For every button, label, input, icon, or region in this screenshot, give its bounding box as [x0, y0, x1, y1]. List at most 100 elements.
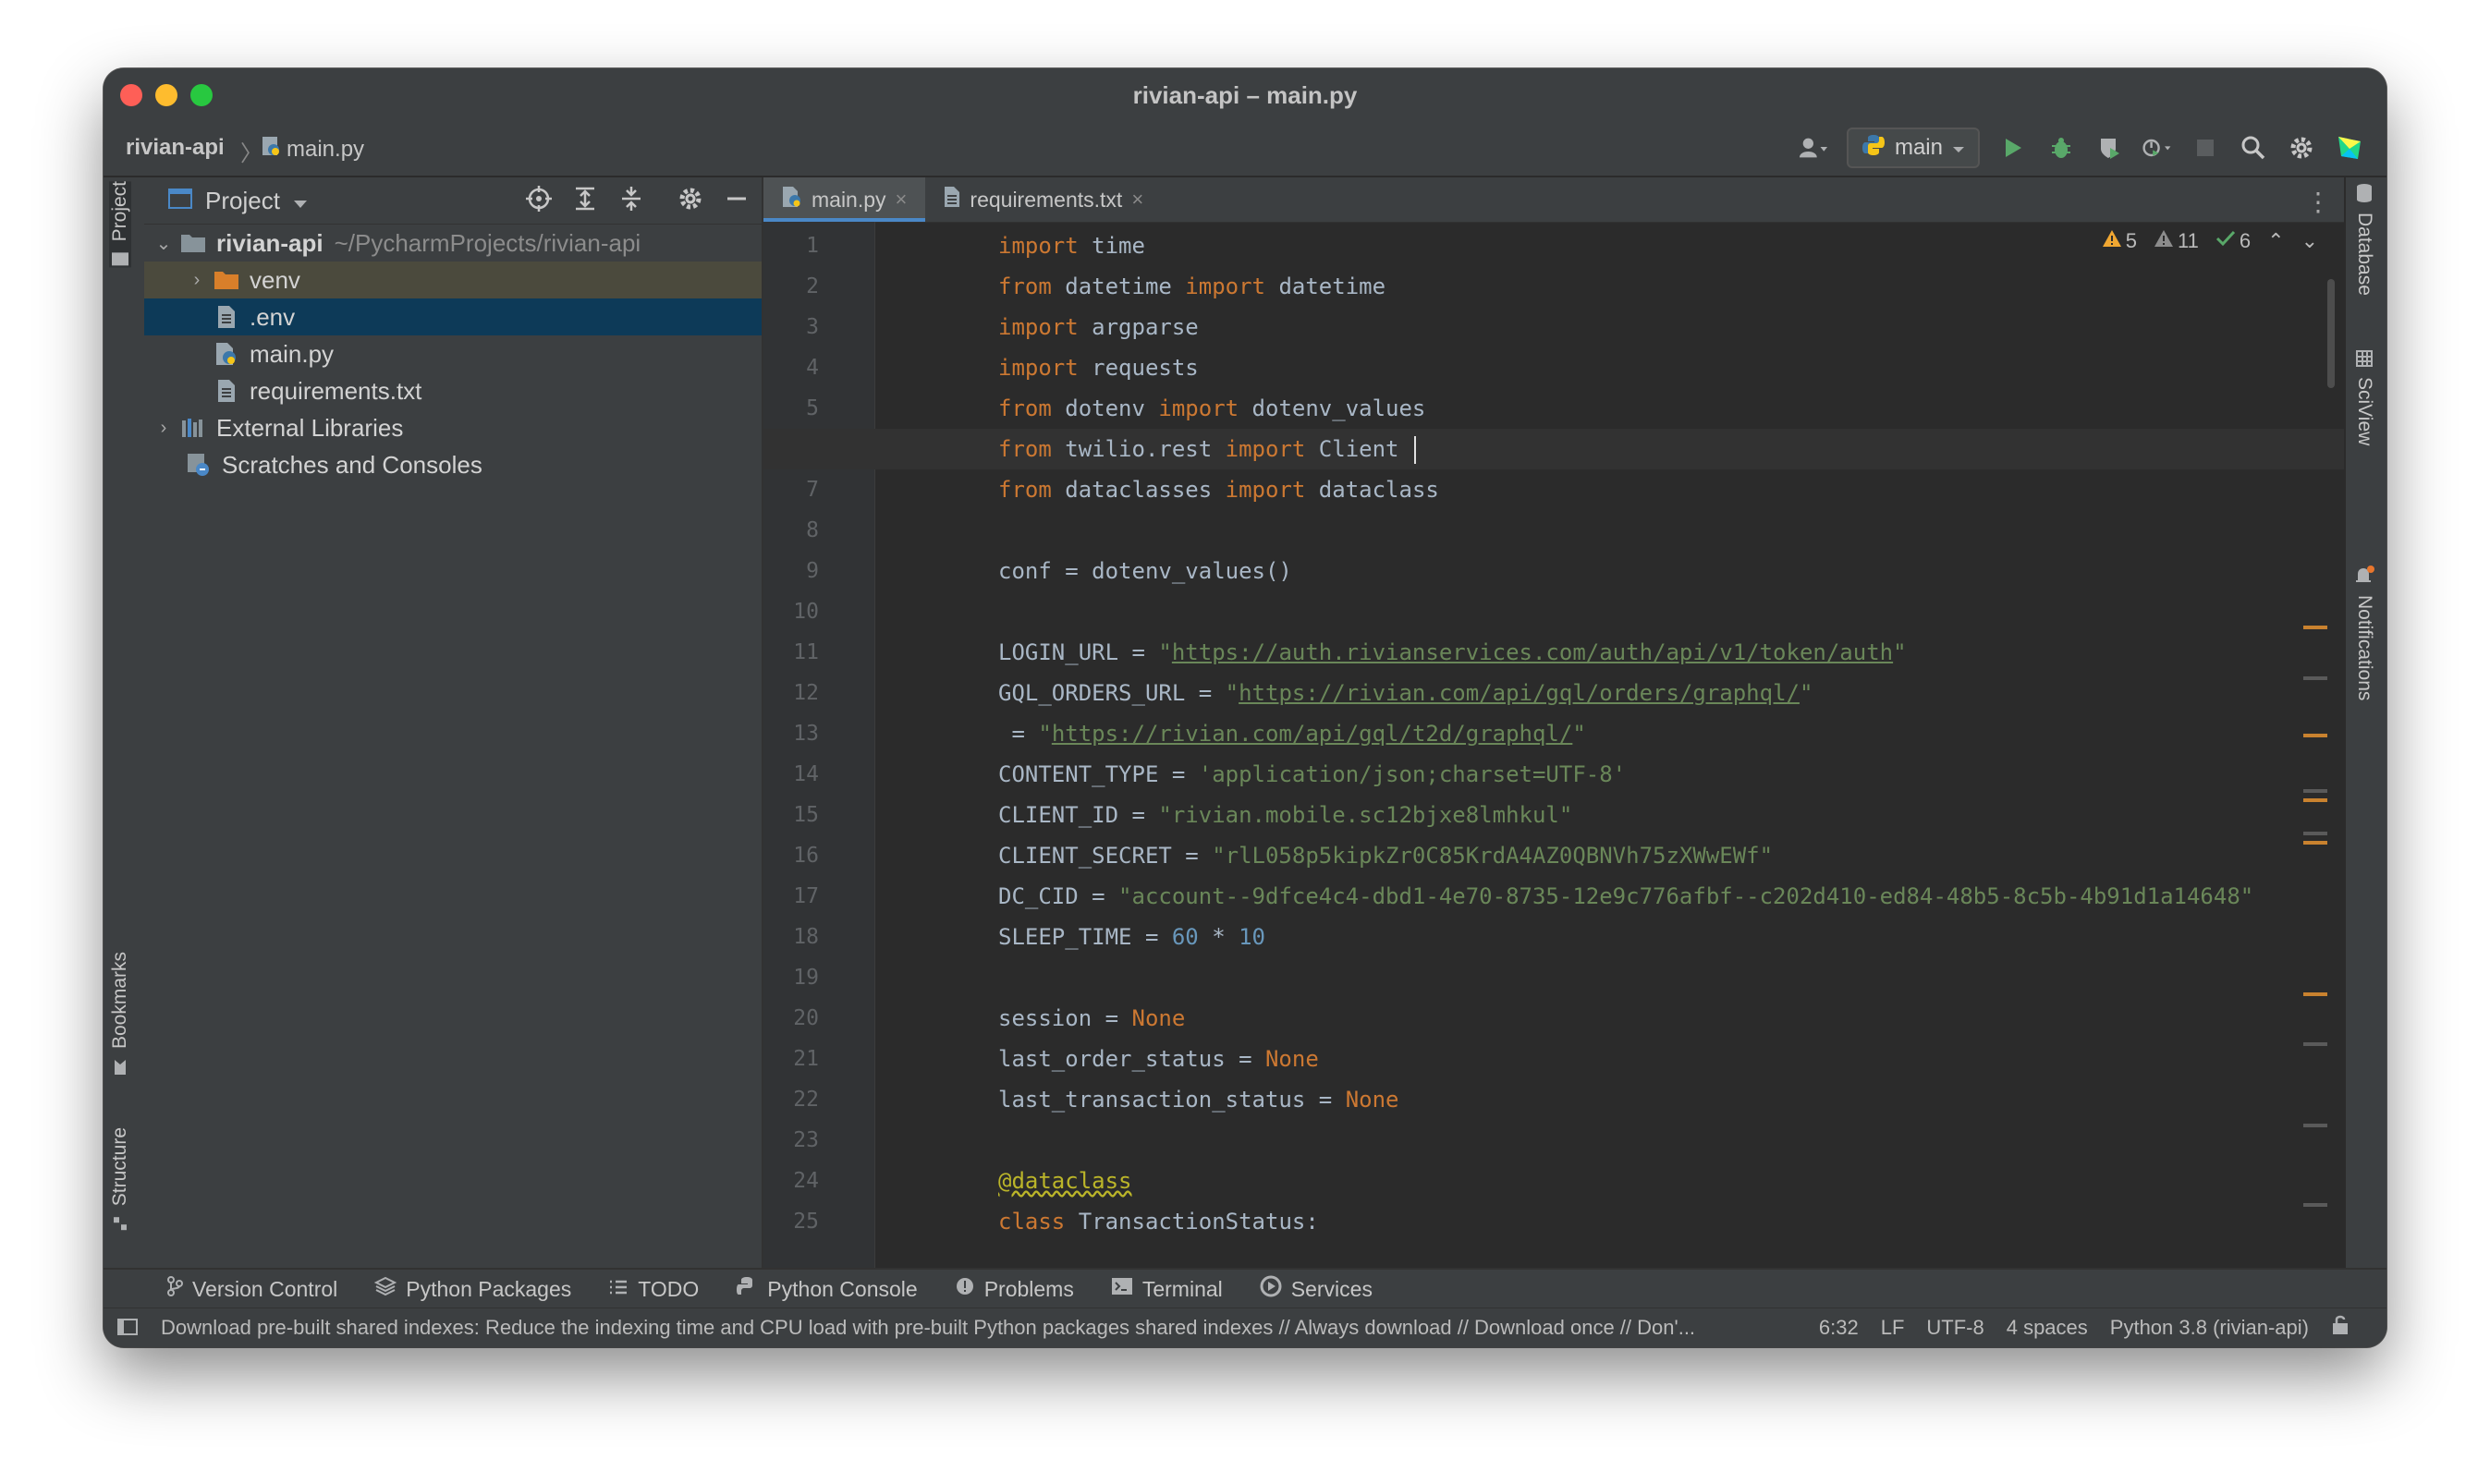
tab-python-console[interactable]: Python Console [736, 1275, 918, 1303]
profile-icon[interactable] [2142, 133, 2172, 163]
tree-item-env-file[interactable]: .env [144, 298, 762, 335]
stop-icon[interactable] [2191, 133, 2220, 163]
tab-terminal[interactable]: Terminal [1111, 1276, 1223, 1302]
project-tool-tab[interactable]: Project [109, 181, 131, 268]
code-line[interactable]: LOGIN_URL = "https://auth.rivianservices… [763, 632, 2346, 673]
code-line[interactable]: conf = dotenv_values() [763, 551, 2346, 591]
tree-item-main-py[interactable]: main.py [144, 335, 762, 372]
error-stripe-marker[interactable] [2303, 798, 2327, 802]
tab-version-control[interactable]: Version Control [166, 1276, 337, 1302]
notifications-tool-tab[interactable]: Notifications [2353, 566, 2375, 700]
settings-gear-icon[interactable] [2287, 133, 2316, 163]
code-line[interactable] [763, 1120, 2346, 1161]
user-account-icon[interactable] [1799, 133, 1828, 163]
code-line[interactable]: @dataclass [763, 1161, 2346, 1201]
code-line[interactable]: from dotenv import dotenv_values [763, 388, 2346, 429]
run-configuration-selector[interactable]: main [1846, 128, 1980, 168]
tab-python-packages[interactable]: Python Packages [374, 1276, 571, 1302]
lock-icon[interactable] [2331, 1314, 2350, 1342]
error-stripe-marker[interactable] [2303, 992, 2327, 996]
error-stripe-marker[interactable] [2303, 734, 2327, 737]
close-tab-icon[interactable]: × [896, 188, 908, 212]
code-area[interactable]: import time from datetime import datetime… [763, 222, 2346, 1270]
code-line[interactable]: CLIENT_ID = "rivian.mobile.sc12bjxe8lmhk… [763, 795, 2346, 835]
close-tab-icon[interactable]: × [1131, 188, 1143, 212]
code-line[interactable]: from dataclasses import dataclass [763, 469, 2346, 510]
typo-ok-count[interactable]: 6 [2215, 229, 2251, 253]
search-icon[interactable] [2239, 133, 2268, 163]
next-highlight-icon[interactable]: ⌄ [2301, 229, 2318, 253]
status-message[interactable]: Download pre-built shared indexes: Reduc… [161, 1316, 1695, 1340]
tab-requirements[interactable]: requirements.txt × [925, 177, 1162, 222]
chevron-right-icon[interactable]: › [150, 418, 177, 439]
code-line[interactable]: last_transaction_status = None [763, 1079, 2346, 1120]
locate-file-icon[interactable] [525, 185, 553, 219]
file-encoding[interactable]: UTF-8 [1926, 1316, 1983, 1340]
code-line[interactable] [763, 957, 2346, 998]
more-vertical-icon[interactable]: ⋮ [2305, 187, 2331, 217]
main-toolbar: main [1799, 128, 2364, 168]
breadcrumb-file[interactable]: main.py [261, 135, 364, 164]
structure-tool-tab[interactable]: Structure [109, 1127, 131, 1232]
toggle-tool-windows-icon[interactable] [116, 1317, 139, 1343]
debug-icon[interactable] [2046, 133, 2076, 163]
sciview-tool-tab[interactable]: SciView [2353, 349, 2375, 445]
breadcrumb-project[interactable]: rivian-api [126, 135, 225, 161]
project-view-selector[interactable]: Project [168, 187, 308, 215]
expand-all-icon[interactable] [571, 185, 599, 219]
error-stripe-marker[interactable] [2303, 1124, 2327, 1127]
warning-count[interactable]: 5 [2102, 229, 2137, 253]
previous-highlight-icon[interactable]: ⌃ [2267, 229, 2284, 253]
code-line[interactable]: from twilio.rest import Client [763, 429, 2346, 469]
coverage-icon[interactable] [2094, 133, 2124, 163]
code-line[interactable]: import argparse [763, 307, 2346, 347]
code-line[interactable] [763, 591, 2346, 632]
python-interpreter[interactable]: Python 3.8 (rivian-api) [2110, 1316, 2309, 1340]
panel-settings-gear-icon[interactable] [677, 185, 704, 219]
code-line[interactable]: DC_CID = "account--9dfce4c4-dbd1-4e70-87… [763, 876, 2346, 917]
code-line[interactable]: CONTENT_TYPE = 'application/json;charset… [763, 754, 2346, 795]
tab-main-py[interactable]: main.py × [763, 177, 926, 222]
error-stripe-marker[interactable] [2303, 676, 2327, 680]
code-line[interactable]: last_order_status = None [763, 1039, 2346, 1079]
tree-item-external-libraries[interactable]: › External Libraries [144, 409, 762, 446]
database-tool-tab[interactable]: Database [2353, 183, 2375, 296]
code-line[interactable]: SLEEP_TIME = 60 * 10 [763, 917, 2346, 957]
error-stripe-marker[interactable] [2303, 841, 2327, 845]
structure-tool-tab-label: Structure [109, 1127, 130, 1207]
tree-item-project-root[interactable]: ⌄ rivian-api ~/PycharmProjects/rivian-ap… [144, 225, 762, 262]
code-line[interactable]: class TransactionStatus: [763, 1201, 2346, 1242]
code-line[interactable]: GQL_ORDERS_URL = "https://rivian.com/api… [763, 673, 2346, 713]
weak-warning-count[interactable]: 11 [2154, 229, 2199, 253]
hide-panel-icon[interactable] [723, 185, 751, 219]
code-line[interactable]: CLIENT_SECRET = "rlL058p5kipkZr0C85KrdA4… [763, 835, 2346, 876]
code-line-text: from datetime import datetime [998, 274, 1386, 299]
tree-item-scratches[interactable]: Scratches and Consoles [144, 446, 762, 483]
jetbrains-logo-icon[interactable] [2335, 133, 2364, 163]
code-line[interactable]: = "https://rivian.com/api/gql/t2d/graphq… [763, 713, 2346, 754]
run-icon[interactable] [1998, 133, 2028, 163]
indent-setting[interactable]: 4 spaces [2007, 1316, 2088, 1340]
error-stripe-marker[interactable] [2303, 626, 2327, 629]
editor-scrollbar-thumb[interactable] [2327, 279, 2335, 388]
chevron-down-icon[interactable]: ⌄ [150, 232, 177, 255]
bookmarks-tool-tab[interactable]: Bookmarks [109, 952, 131, 1077]
error-stripe-marker[interactable] [2303, 1042, 2327, 1046]
collapse-all-icon[interactable] [617, 185, 645, 219]
code-line[interactable]: from datetime import datetime [763, 266, 2346, 307]
code-line[interactable] [763, 510, 2346, 551]
error-stripe-marker[interactable] [2303, 1203, 2327, 1207]
line-separator[interactable]: LF [1881, 1316, 1905, 1340]
code-line[interactable]: import requests [763, 347, 2346, 388]
code-line[interactable]: session = None [763, 998, 2346, 1039]
chevron-right-icon[interactable]: › [183, 270, 211, 291]
caret-position[interactable]: 6:32 [1819, 1316, 1859, 1340]
inspection-widget[interactable]: 5 11 6 ⌃ ⌄ [2102, 229, 2318, 253]
tab-todo[interactable]: TODO [608, 1277, 699, 1302]
tab-services[interactable]: Services [1260, 1275, 1373, 1303]
tree-item-venv[interactable]: › venv [144, 262, 762, 298]
error-stripe-marker[interactable] [2303, 789, 2327, 793]
error-stripe-marker[interactable] [2303, 832, 2327, 835]
tree-item-requirements[interactable]: requirements.txt [144, 372, 762, 409]
tab-problems[interactable]: Problems [955, 1276, 1074, 1302]
